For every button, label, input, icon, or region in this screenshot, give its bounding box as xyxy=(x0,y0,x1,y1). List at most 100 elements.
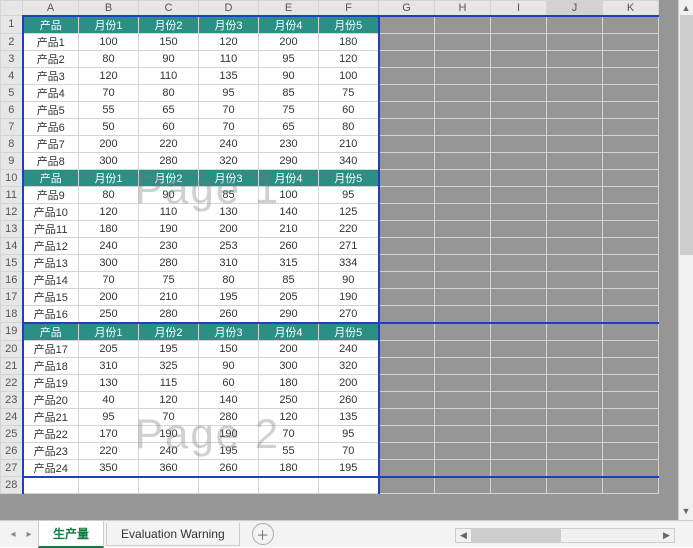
cell-H23[interactable] xyxy=(435,391,491,408)
cell-J15[interactable] xyxy=(547,254,603,271)
cell-F26[interactable]: 70 xyxy=(319,442,379,459)
cell-G4[interactable] xyxy=(379,67,435,84)
cell-F8[interactable]: 210 xyxy=(319,135,379,152)
cell-C17[interactable]: 210 xyxy=(139,288,199,305)
cell-B15[interactable]: 300 xyxy=(79,254,139,271)
cell-J23[interactable] xyxy=(547,391,603,408)
cell-G26[interactable] xyxy=(379,442,435,459)
cell-G27[interactable] xyxy=(379,459,435,477)
cell-D26[interactable]: 195 xyxy=(199,442,259,459)
cell-B22[interactable]: 130 xyxy=(79,374,139,391)
cell-B11[interactable]: 80 xyxy=(79,186,139,203)
cell-A3[interactable]: 产品2 xyxy=(23,50,79,67)
cell-K13[interactable] xyxy=(603,220,659,237)
cell-B23[interactable]: 40 xyxy=(79,391,139,408)
cell-C13[interactable]: 190 xyxy=(139,220,199,237)
row-header-4[interactable]: 4 xyxy=(1,67,23,84)
cell-C5[interactable]: 80 xyxy=(139,84,199,101)
cell-J25[interactable] xyxy=(547,425,603,442)
cell-I23[interactable] xyxy=(491,391,547,408)
row-header-2[interactable]: 2 xyxy=(1,33,23,50)
cell-D17[interactable]: 195 xyxy=(199,288,259,305)
cell-C25[interactable]: 190 xyxy=(139,425,199,442)
cell-F15[interactable]: 334 xyxy=(319,254,379,271)
cell-K25[interactable] xyxy=(603,425,659,442)
cell-H8[interactable] xyxy=(435,135,491,152)
cell-I11[interactable] xyxy=(491,186,547,203)
col-header-B[interactable]: B xyxy=(79,1,139,16)
cell-K22[interactable] xyxy=(603,374,659,391)
row-header-16[interactable]: 16 xyxy=(1,271,23,288)
cell-F9[interactable]: 340 xyxy=(319,152,379,169)
cell-K21[interactable] xyxy=(603,357,659,374)
cell-E13[interactable]: 210 xyxy=(259,220,319,237)
cell-B24[interactable]: 95 xyxy=(79,408,139,425)
cell-I22[interactable] xyxy=(491,374,547,391)
cell-K17[interactable] xyxy=(603,288,659,305)
row-header-21[interactable]: 21 xyxy=(1,357,23,374)
cell-J24[interactable] xyxy=(547,408,603,425)
cell-K20[interactable] xyxy=(603,340,659,357)
row-header-25[interactable]: 25 xyxy=(1,425,23,442)
cell-D14[interactable]: 253 xyxy=(199,237,259,254)
cell-J3[interactable] xyxy=(547,50,603,67)
cell-B3[interactable]: 80 xyxy=(79,50,139,67)
cell-B18[interactable]: 250 xyxy=(79,305,139,323)
cell-K12[interactable] xyxy=(603,203,659,220)
cell-A25[interactable]: 产品22 xyxy=(23,425,79,442)
cell-A9[interactable]: 产品8 xyxy=(23,152,79,169)
cell-I6[interactable] xyxy=(491,101,547,118)
hscroll-track[interactable] xyxy=(471,529,659,542)
cell-C11[interactable]: 90 xyxy=(139,186,199,203)
cell-A28[interactable] xyxy=(23,477,79,494)
cell-H5[interactable] xyxy=(435,84,491,101)
cell-C8[interactable]: 220 xyxy=(139,135,199,152)
cell-F23[interactable]: 260 xyxy=(319,391,379,408)
cell-I27[interactable] xyxy=(491,459,547,477)
cell-J12[interactable] xyxy=(547,203,603,220)
cell-I10[interactable] xyxy=(491,169,547,186)
cell-C26[interactable]: 240 xyxy=(139,442,199,459)
cell-F24[interactable]: 135 xyxy=(319,408,379,425)
cell-E3[interactable]: 95 xyxy=(259,50,319,67)
cell-B19[interactable]: 月份1 xyxy=(79,323,139,341)
cell-H28[interactable] xyxy=(435,477,491,494)
cell-C16[interactable]: 75 xyxy=(139,271,199,288)
cell-J1[interactable] xyxy=(547,16,603,34)
cell-G14[interactable] xyxy=(379,237,435,254)
cell-C23[interactable]: 120 xyxy=(139,391,199,408)
cell-I12[interactable] xyxy=(491,203,547,220)
row-header-23[interactable]: 23 xyxy=(1,391,23,408)
cell-J28[interactable] xyxy=(547,477,603,494)
cell-D19[interactable]: 月份3 xyxy=(199,323,259,341)
cell-C10[interactable]: 月份2 xyxy=(139,169,199,186)
cell-A10[interactable]: 产品 xyxy=(23,169,79,186)
cell-G7[interactable] xyxy=(379,118,435,135)
cell-D1[interactable]: 月份3 xyxy=(199,16,259,34)
cell-J26[interactable] xyxy=(547,442,603,459)
cell-D24[interactable]: 280 xyxy=(199,408,259,425)
cell-D16[interactable]: 80 xyxy=(199,271,259,288)
cell-K10[interactable] xyxy=(603,169,659,186)
row-header-18[interactable]: 18 xyxy=(1,305,23,323)
cell-E28[interactable] xyxy=(259,477,319,494)
cell-H27[interactable] xyxy=(435,459,491,477)
sheet-tab-warning[interactable]: Evaluation Warning xyxy=(106,523,240,546)
cell-H21[interactable] xyxy=(435,357,491,374)
cell-I21[interactable] xyxy=(491,357,547,374)
col-header-H[interactable]: H xyxy=(435,1,491,16)
cell-I3[interactable] xyxy=(491,50,547,67)
cell-A6[interactable]: 产品5 xyxy=(23,101,79,118)
cell-H10[interactable] xyxy=(435,169,491,186)
cell-J11[interactable] xyxy=(547,186,603,203)
cell-I18[interactable] xyxy=(491,305,547,323)
cell-J27[interactable] xyxy=(547,459,603,477)
cell-K5[interactable] xyxy=(603,84,659,101)
cell-D28[interactable] xyxy=(199,477,259,494)
cell-C18[interactable]: 280 xyxy=(139,305,199,323)
cell-F19[interactable]: 月份5 xyxy=(319,323,379,341)
cell-D25[interactable]: 190 xyxy=(199,425,259,442)
col-header-G[interactable]: G xyxy=(379,1,435,16)
cell-C9[interactable]: 280 xyxy=(139,152,199,169)
spreadsheet-grid[interactable]: ABCDEFGHIJK1产品月份1月份2月份3月份4月份52产品11001501… xyxy=(0,0,659,494)
